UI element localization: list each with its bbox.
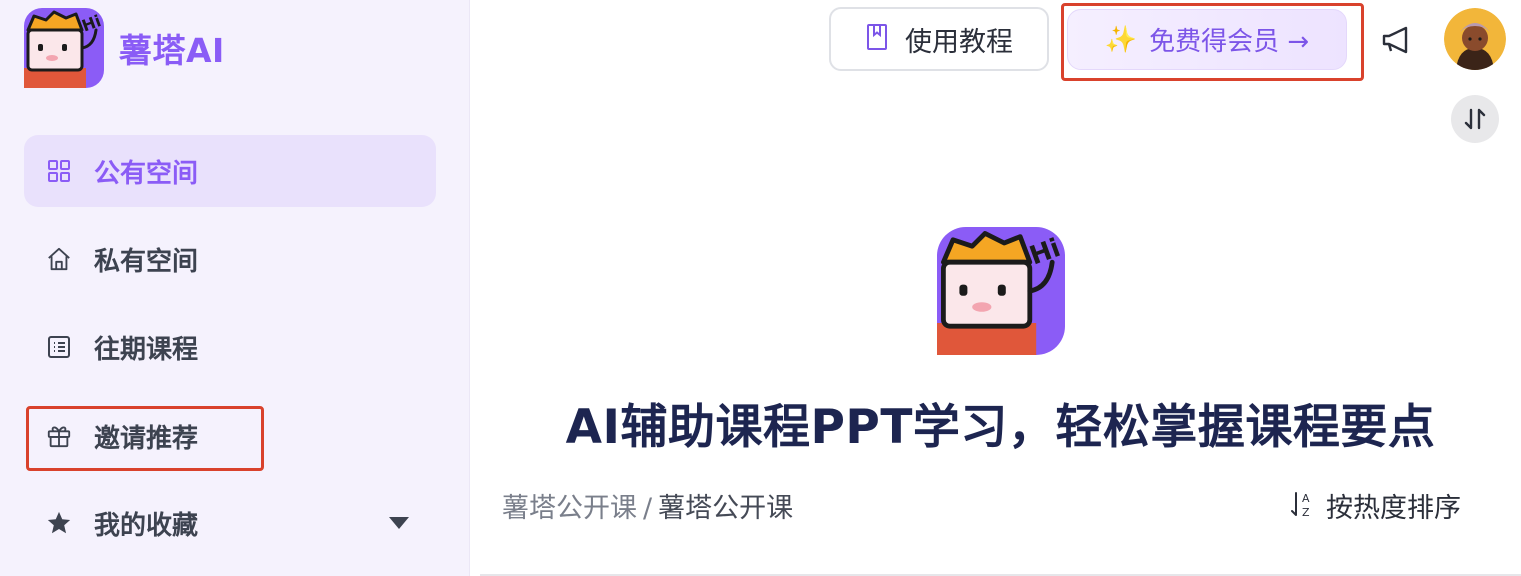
list-icon xyxy=(46,334,72,360)
sort-swap-icon[interactable] xyxy=(1451,95,1499,143)
breadcrumb-current: 薯塔公开课 xyxy=(658,493,794,524)
sidebar-item-invite[interactable]: 邀请推荐 xyxy=(24,400,436,472)
breadcrumb: 薯塔公开课 / 薯塔公开课 xyxy=(502,486,793,525)
sort-by-popularity-button[interactable]: A Z 按热度排序 xyxy=(1288,486,1461,525)
sidebar-item-label: 公有空间 xyxy=(94,158,199,189)
free-member-button[interactable]: ✨ 免费得会员 → xyxy=(1067,9,1347,70)
page-title: AI辅助课程PPT学习，轻松掌握课程要点 xyxy=(565,400,1436,455)
sidebar-item-label: 我的收藏 xyxy=(94,510,199,541)
sort-az-icon: A Z xyxy=(1288,489,1318,523)
sort-label: 按热度排序 xyxy=(1326,493,1461,524)
star-icon xyxy=(46,510,72,536)
gift-icon xyxy=(46,423,72,449)
hero-logo: Hi xyxy=(937,227,1065,355)
sidebar-item-label: 邀请推荐 xyxy=(94,423,199,454)
sidebar-item-past-courses[interactable]: 往期课程 xyxy=(24,311,436,383)
brand[interactable]: Hi 薯塔AI xyxy=(24,8,225,88)
brand-name: 薯塔AI xyxy=(119,31,225,70)
brand-logo: Hi xyxy=(24,8,104,88)
svg-text:A: A xyxy=(1302,492,1310,505)
megaphone-icon[interactable] xyxy=(1378,22,1414,58)
tutorial-button[interactable]: 使用教程 xyxy=(829,7,1049,71)
tutorial-button-label: 使用教程 xyxy=(905,26,1013,58)
svg-text:Z: Z xyxy=(1302,506,1310,519)
breadcrumb-separator: / xyxy=(643,493,653,524)
grid-icon xyxy=(46,158,72,184)
home-icon xyxy=(46,246,72,272)
sparkle-icon: ✨ xyxy=(1104,24,1138,55)
sidebar-item-public-space[interactable]: 公有空间 xyxy=(24,135,436,207)
sidebar-item-label: 往期课程 xyxy=(94,334,199,365)
sidebar-item-favorites[interactable]: 我的收藏 xyxy=(24,487,436,559)
free-member-button-label: 免费得会员 → xyxy=(1149,27,1310,57)
sidebar-item-label: 私有空间 xyxy=(94,246,199,277)
book-icon xyxy=(865,23,889,55)
chevron-down-icon[interactable] xyxy=(388,515,410,534)
user-avatar[interactable] xyxy=(1444,8,1506,70)
sidebar: Hi 薯塔AI 公有空间 私有空间 往期课程 邀请推荐 我的收藏 xyxy=(0,0,470,576)
breadcrumb-item[interactable]: 薯塔公开课 xyxy=(502,493,637,524)
sidebar-item-private-space[interactable]: 私有空间 xyxy=(24,223,436,295)
